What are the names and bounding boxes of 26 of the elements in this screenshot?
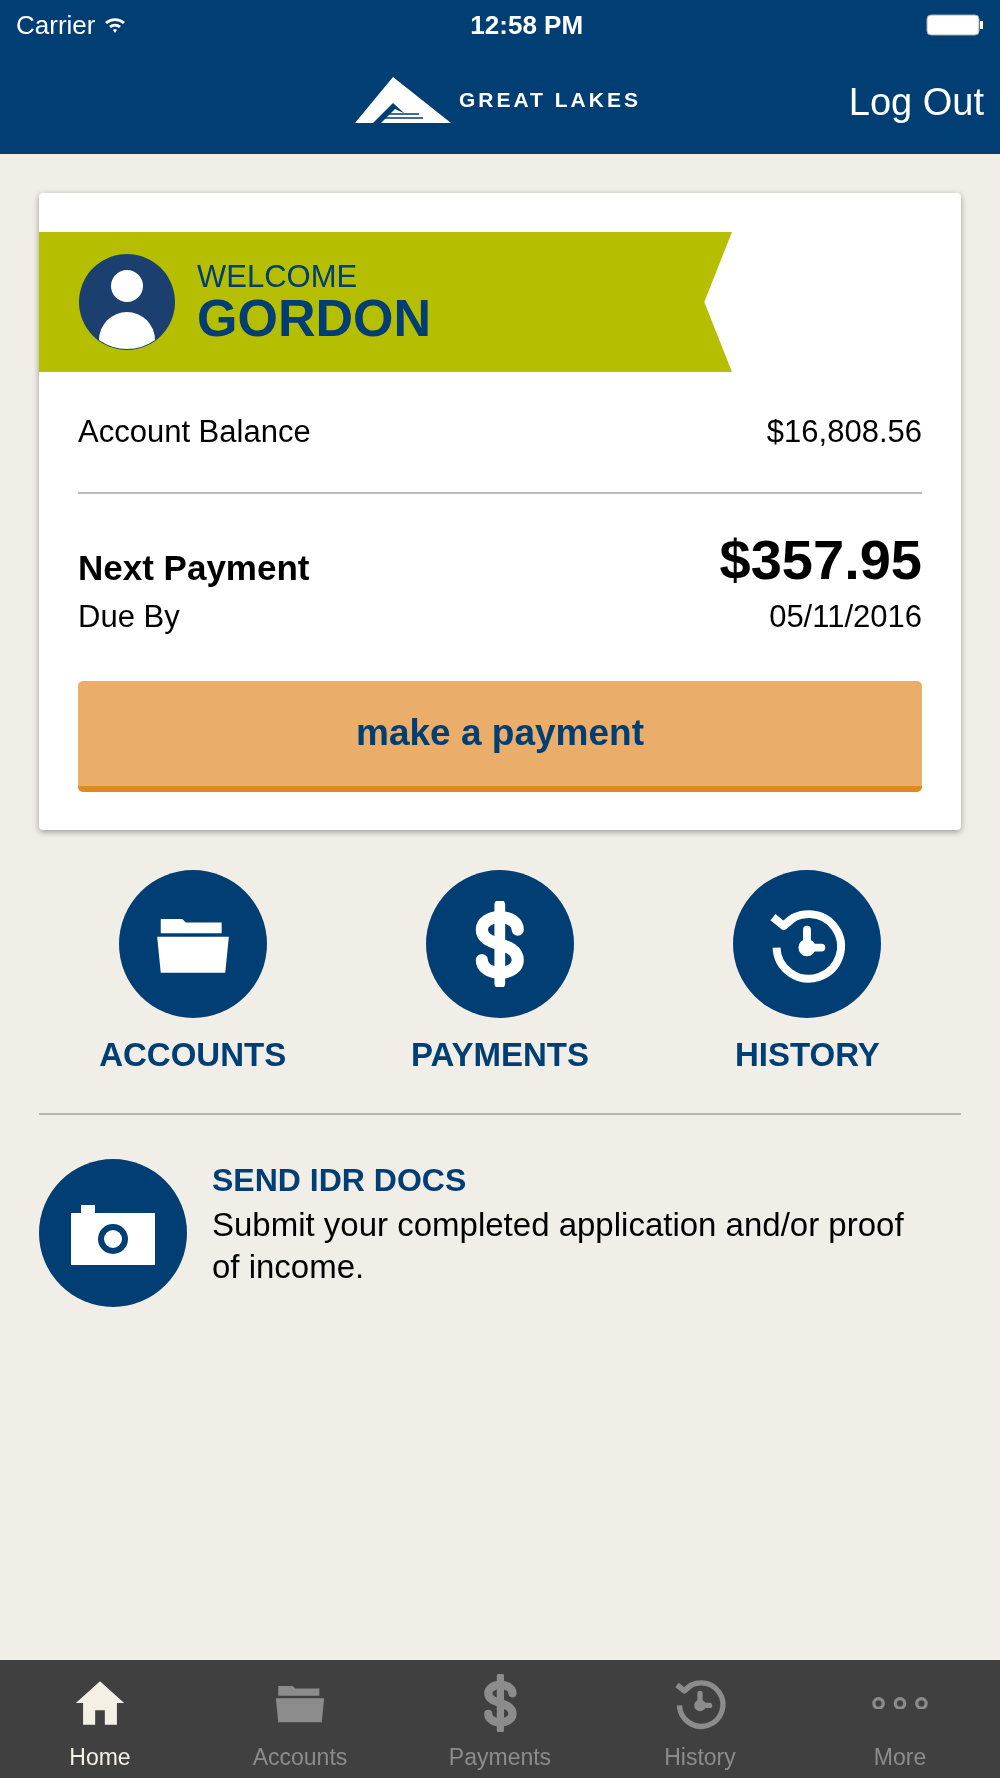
idr-docs-description: Submit your completed application and/or proof of income. [212, 1205, 905, 1287]
clock-time: 12:58 PM [470, 8, 584, 42]
logo-mountain-icon [355, 77, 451, 123]
dollar-icon [474, 900, 526, 987]
tab-item[interactable]: Home [0, 1660, 200, 1778]
battery-icon [926, 14, 984, 36]
idr-docs-title[interactable]: SEND IDR DOCS [212, 1156, 912, 1204]
quick-action-button[interactable]: ACCOUNTS [39, 869, 347, 1079]
carrier-label: Carrier [16, 8, 96, 42]
user-name: GORDON [197, 291, 431, 344]
quick-action-button[interactable]: PAYMENTS [346, 869, 654, 1079]
balance-value: $16,808.56 [766, 412, 922, 451]
log-out-button[interactable]: Log Out [848, 73, 984, 131]
welcome-label: WELCOME [197, 260, 359, 292]
dollar-icon [482, 1674, 518, 1732]
due-by-label: Due By [78, 598, 181, 636]
make-payment-button[interactable]: make a payment [78, 680, 922, 792]
due-date: 05/11/2016 [769, 598, 922, 636]
more-icon [871, 1696, 929, 1710]
balance-label: Account Balance [78, 412, 311, 451]
logo-text: GREAT LAKES [459, 86, 641, 113]
payment-amount: $357.95 [719, 532, 922, 588]
next-payment-label: Next Payment [78, 546, 310, 589]
avatar-icon [79, 254, 175, 350]
quick-action-button[interactable]: HISTORY [653, 869, 961, 1079]
wifi-icon [103, 15, 128, 35]
